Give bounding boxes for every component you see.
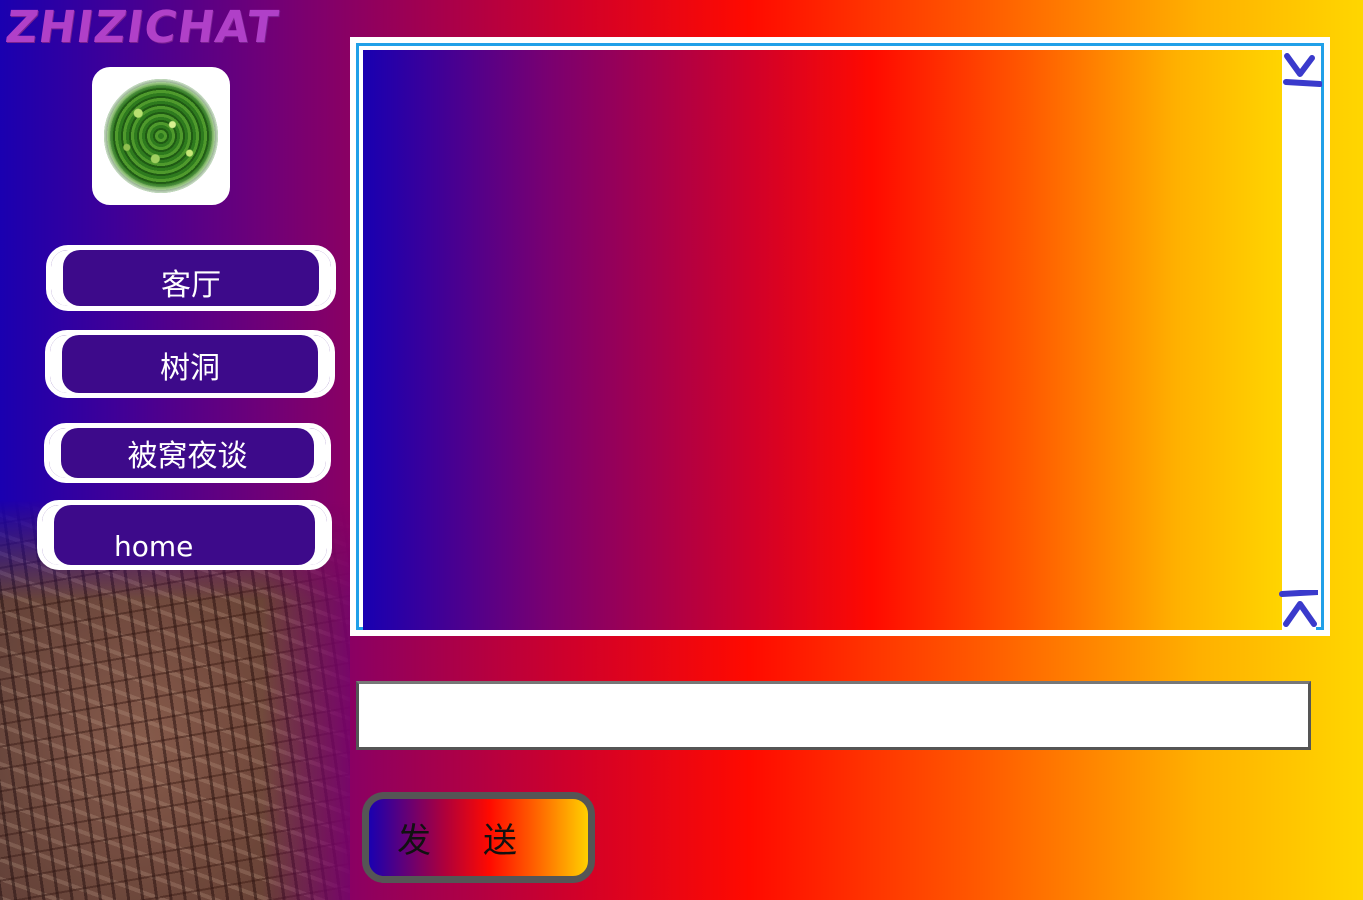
scrollbar[interactable]	[1279, 50, 1323, 630]
nav-button-label: 树洞	[160, 351, 220, 386]
nav-button-living-room[interactable]: 客厅	[46, 245, 336, 311]
nav-button-tree-hole[interactable]: 树洞	[45, 330, 335, 398]
nav-button-label: 客厅	[161, 268, 221, 303]
nav-button-home[interactable]: home	[37, 500, 332, 570]
message-input[interactable]	[356, 681, 1311, 750]
message-list[interactable]	[363, 50, 1286, 630]
double-chevron-down-icon[interactable]	[1282, 50, 1323, 90]
send-button[interactable]: 发 送	[362, 792, 595, 883]
double-chevron-up-icon[interactable]	[1278, 589, 1321, 630]
nav-button-label: 被窝夜谈	[127, 439, 248, 474]
chat-panel	[350, 37, 1330, 636]
app-logo: ZHIZICHAT	[2, 2, 282, 53]
nav-button-label: home	[114, 530, 194, 563]
bush-avatar-image	[104, 79, 218, 193]
send-button-label-1: 发	[397, 821, 431, 861]
nav-button-night-talk[interactable]: 被窝夜谈	[44, 423, 331, 483]
send-button-label-2: 送	[483, 821, 517, 861]
avatar[interactable]	[92, 67, 230, 205]
